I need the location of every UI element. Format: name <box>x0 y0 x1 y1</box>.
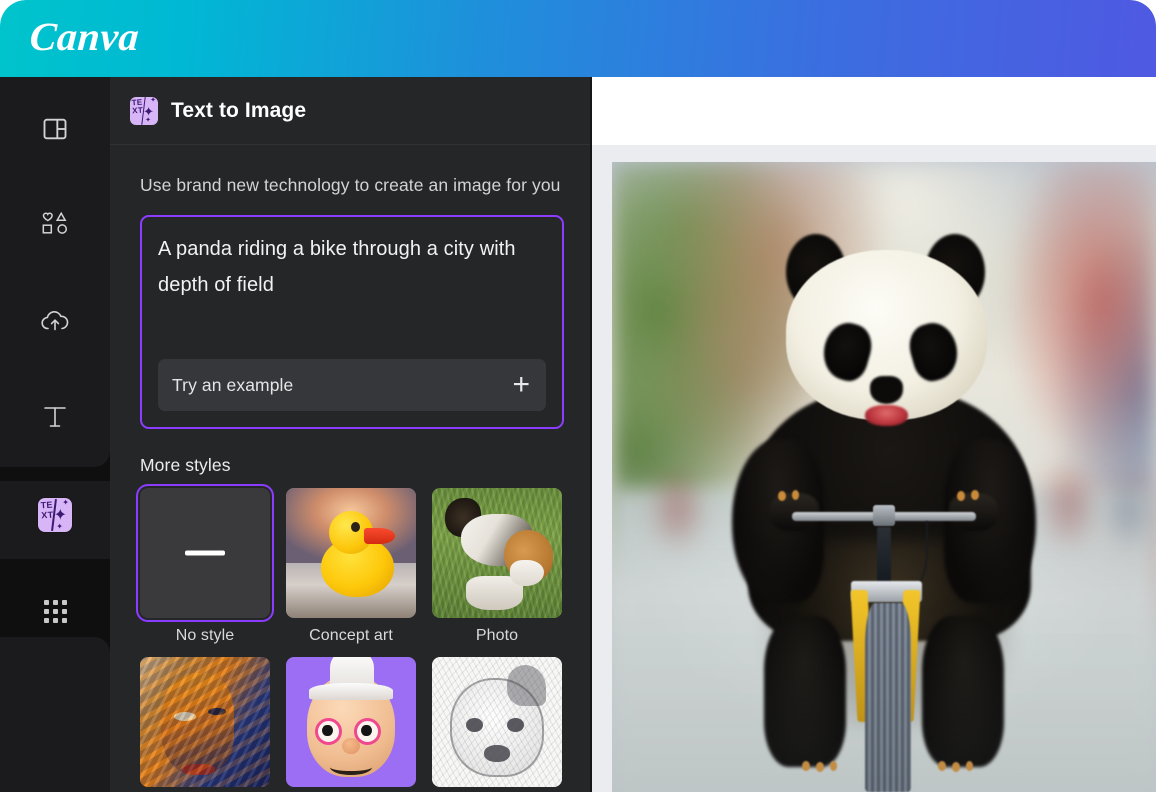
sidebar-item-apps[interactable] <box>0 573 110 649</box>
sidebar-item-uploads[interactable] <box>0 283 110 359</box>
style-cell-3d-cartoon[interactable] <box>286 657 416 792</box>
left-icon-rail: TEXT ✦ ✦ ✦ <box>0 77 110 792</box>
sparkle-small-icon: ✦ <box>62 499 69 507</box>
sidebar-item-elements[interactable] <box>0 187 110 263</box>
sketch-artwork <box>432 657 562 787</box>
sidebar-item-text[interactable] <box>0 379 110 455</box>
duck-artwork <box>286 488 416 618</box>
style-cell-oil-painting[interactable] <box>140 657 270 792</box>
grid-apps-icon <box>38 594 72 628</box>
canva-window: Canva <box>0 0 1156 792</box>
style-thumb-concept-art <box>286 488 416 618</box>
layout-panel-icon <box>38 112 72 146</box>
generated-image[interactable] <box>612 162 1156 792</box>
more-styles-heading: More styles <box>140 455 562 476</box>
cloud-upload-icon <box>38 304 72 338</box>
try-an-example-label: Try an example <box>172 375 293 396</box>
portrait-artwork <box>140 657 270 787</box>
panel-sparkle-small-icon: ✦ <box>150 97 156 104</box>
editor-area <box>592 77 1156 792</box>
text-t-icon <box>38 400 72 434</box>
text-to-image-panel: TEXT ✦ ✦ ✦ Text to Image Use brand new t… <box>110 77 592 792</box>
panel-header: TEXT ✦ ✦ ✦ Text to Image <box>110 77 592 145</box>
panel-divider <box>590 77 592 792</box>
corgi-artwork <box>432 488 562 618</box>
style-label-photo: Photo <box>432 627 562 645</box>
style-thumb-oil-painting <box>140 657 270 787</box>
brand-header-bar: Canva <box>0 0 1156 77</box>
style-thumb-photo <box>432 488 562 618</box>
style-cell-concept-art[interactable]: Concept art <box>286 488 416 645</box>
editor-toolbar[interactable] <box>592 77 1156 145</box>
text-to-image-app-icon: TEXT ✦ ✦ ✦ <box>38 498 72 532</box>
panel-sparkle-small-icon-2: ✦ <box>145 117 151 124</box>
design-canvas[interactable] <box>592 145 1156 792</box>
prompt-input-box[interactable]: A panda riding a bike through a city wit… <box>140 215 564 429</box>
plus-icon: + <box>512 370 530 400</box>
styles-grid: No style Concept art <box>140 488 562 792</box>
cartoon-artwork <box>286 657 416 787</box>
try-an-example-button[interactable]: Try an example + <box>158 359 546 411</box>
dash-icon <box>185 551 225 556</box>
shapes-icon <box>38 208 72 242</box>
panel-app-icon: TEXT ✦ ✦ ✦ <box>130 97 158 125</box>
style-label-concept-art: Concept art <box>286 627 416 645</box>
panel-body: Use brand new technology to create an im… <box>110 145 592 792</box>
sparkle-small-icon-2: ✦ <box>56 523 63 531</box>
front-tire <box>865 603 911 792</box>
panel-description: Use brand new technology to create an im… <box>140 171 562 199</box>
bicycle <box>612 162 1156 792</box>
style-label-no-style: No style <box>140 627 270 645</box>
style-thumb-3d-cartoon <box>286 657 416 787</box>
style-cell-photo[interactable]: Photo <box>432 488 562 645</box>
style-cell-pencil-sketch[interactable] <box>432 657 562 792</box>
style-thumb-pencil-sketch <box>432 657 562 787</box>
canva-logo[interactable]: Canva <box>28 13 140 60</box>
prompt-input[interactable]: A panda riding a bike through a city wit… <box>158 231 546 303</box>
page-title: Text to Image <box>171 99 306 123</box>
style-thumb-no-style <box>140 488 270 618</box>
sidebar-item-design[interactable] <box>0 91 110 167</box>
panel-app-icon-text-bottom: XT <box>132 105 143 115</box>
sidebar-item-text-to-image[interactable]: TEXT ✦ ✦ ✦ <box>0 477 110 553</box>
rail-section-more <box>0 637 110 792</box>
style-cell-no-style[interactable]: No style <box>140 488 270 645</box>
